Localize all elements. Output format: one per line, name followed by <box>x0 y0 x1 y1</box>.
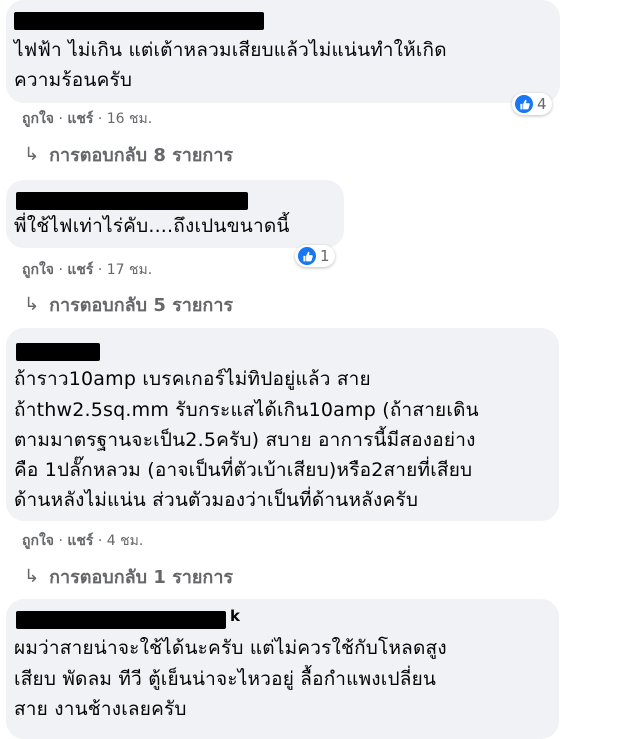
comment-text-line: เสียบ พัดลม ทีวี ตู้เย็นน่าจะไหวอยู่ ลื้… <box>14 668 437 690</box>
comment-text-line: ความร้อนครับ <box>14 69 133 91</box>
reaction-count[interactable]: 4 <box>512 93 552 115</box>
reply-arrow-icon: ↳ <box>24 144 40 165</box>
comment-text-line: ถ้าthw2.5sq.mm รับกระแสได้เกิน10amp (ถ้า… <box>14 399 479 421</box>
separator: · <box>93 533 107 549</box>
reaction-count-text: 4 <box>537 95 547 113</box>
comment-text-line: ถ้าราว10amp เบรคเกอร์ไม่ทิปอยู่แล้ว สาย <box>14 368 371 390</box>
share-action[interactable]: แชร์ <box>67 111 93 127</box>
separator: · <box>93 262 107 278</box>
reaction-count[interactable]: 1 <box>295 245 335 267</box>
reaction-count-text: 1 <box>320 247 330 265</box>
comment-text-line: ตามมาตรฐานจะเป็น2.5ครับ) สบาย อาการนี้มี… <box>14 429 476 451</box>
comment-time[interactable]: 4 ชม. <box>107 533 144 549</box>
like-action[interactable]: ถูกใจ <box>22 262 54 278</box>
like-icon <box>515 95 533 113</box>
reply-arrow-icon: ↳ <box>24 566 40 587</box>
view-replies-label: การตอบกลับ 5 รายการ <box>49 295 234 316</box>
like-icon <box>298 247 316 265</box>
comment-text-line: พี่ใช้ไฟเท่าไร่คับ....ถึงเปนขนาดนี้ <box>14 215 290 237</box>
reply-arrow-icon: ↳ <box>24 294 40 315</box>
comment-text-line: ด้านหลังไม่แน่น ส่วนตัวมองว่าเป็นที่ด้าน… <box>14 489 419 511</box>
view-replies-label: การตอบกลับ 8 รายการ <box>49 145 234 166</box>
comment-text-line: คือ 1ปลั๊กหลวม (อาจเป็นที่ตัวเบ้าเสียบ)ห… <box>14 459 473 481</box>
share-action[interactable]: แชร์ <box>67 533 93 549</box>
comment-text-line: ไฟฟ้า ไม่เกิน แต่เต้าหลวมเสียบแล้วไม่แน่… <box>14 39 447 61</box>
comment-actions: ถูกใจ · แชร์ · 4 ชม. <box>22 530 143 552</box>
comment-actions: ถูกใจ · แชร์ · 16 ชม. <box>22 108 152 130</box>
view-replies-button[interactable]: ↳ การตอบกลับ 1 รายการ <box>24 562 233 591</box>
view-replies-button[interactable]: ↳ การตอบกลับ 5 รายการ <box>24 290 233 319</box>
like-action[interactable]: ถูกใจ <box>22 111 54 127</box>
comment-author-redacted[interactable] <box>16 192 248 210</box>
view-replies-button[interactable]: ↳ การตอบกลับ 8 รายการ <box>24 140 233 169</box>
comment-text-line: สาย งานช้างเลยครับ <box>14 698 187 720</box>
comment-time[interactable]: 16 ชม. <box>107 111 152 127</box>
comment-text-line: ผมว่าสายน่าจะใช้ได้นะครับ แต่ไม่ควรใช้กั… <box>14 637 447 659</box>
view-replies-label: การตอบกลับ 1 รายการ <box>49 567 234 588</box>
comment-author-redacted[interactable] <box>16 611 226 629</box>
share-action[interactable]: แชร์ <box>67 262 93 278</box>
separator: · <box>54 533 68 549</box>
comment-author-tail: k <box>230 607 240 625</box>
separator: · <box>54 111 68 127</box>
comment-time[interactable]: 17 ชม. <box>107 262 152 278</box>
comment-author-redacted[interactable] <box>16 343 100 361</box>
comment-actions: ถูกใจ · แชร์ · 17 ชม. <box>22 259 152 281</box>
separator: · <box>54 262 68 278</box>
like-action[interactable]: ถูกใจ <box>22 533 54 549</box>
comment-author-redacted[interactable] <box>14 12 264 30</box>
separator: · <box>93 111 107 127</box>
